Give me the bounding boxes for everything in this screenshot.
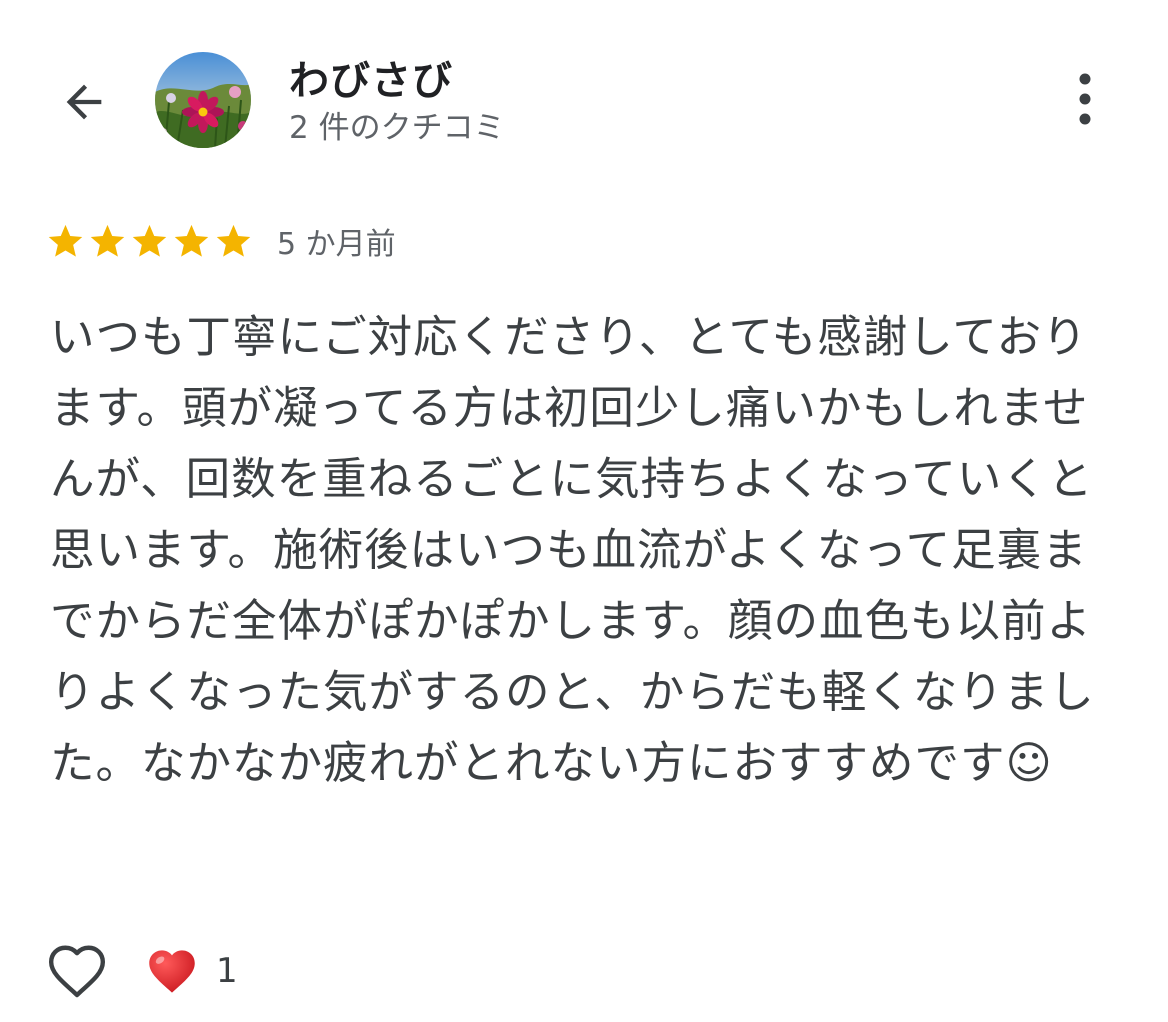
like-button[interactable] [44,938,110,1004]
star-rating [46,222,253,261]
reaction-count: 1 [216,951,238,991]
review-header: わびさび 2 件のクチコミ [0,0,1168,170]
more-options-button[interactable] [1060,66,1110,132]
review-text: いつも丁寧にご対応くださり、とても感謝しております。頭が凝ってる方は初回少し痛い… [50,312,1095,789]
rating-row: 5 か月前 [46,216,396,266]
review-count: 2 件のクチコミ [289,110,505,146]
star-icon [90,224,125,257]
more-vertical-icon [1079,73,1091,125]
review-time: 5 か月前 [277,227,396,262]
star-icon [174,224,209,257]
cosmos-flower-photo [155,52,251,148]
star-icon [48,224,83,257]
user-name[interactable]: わびさび [289,48,453,106]
avatar[interactable] [155,52,251,148]
arrow-left-icon [66,84,102,120]
reaction-summary[interactable]: 1 [146,947,238,995]
heart-outline-icon [48,945,106,998]
star-icon [132,224,167,257]
star-icon [216,224,251,257]
back-button[interactable] [52,70,116,134]
review-actions: 1 [44,936,238,1006]
red-heart-icon [149,950,195,993]
